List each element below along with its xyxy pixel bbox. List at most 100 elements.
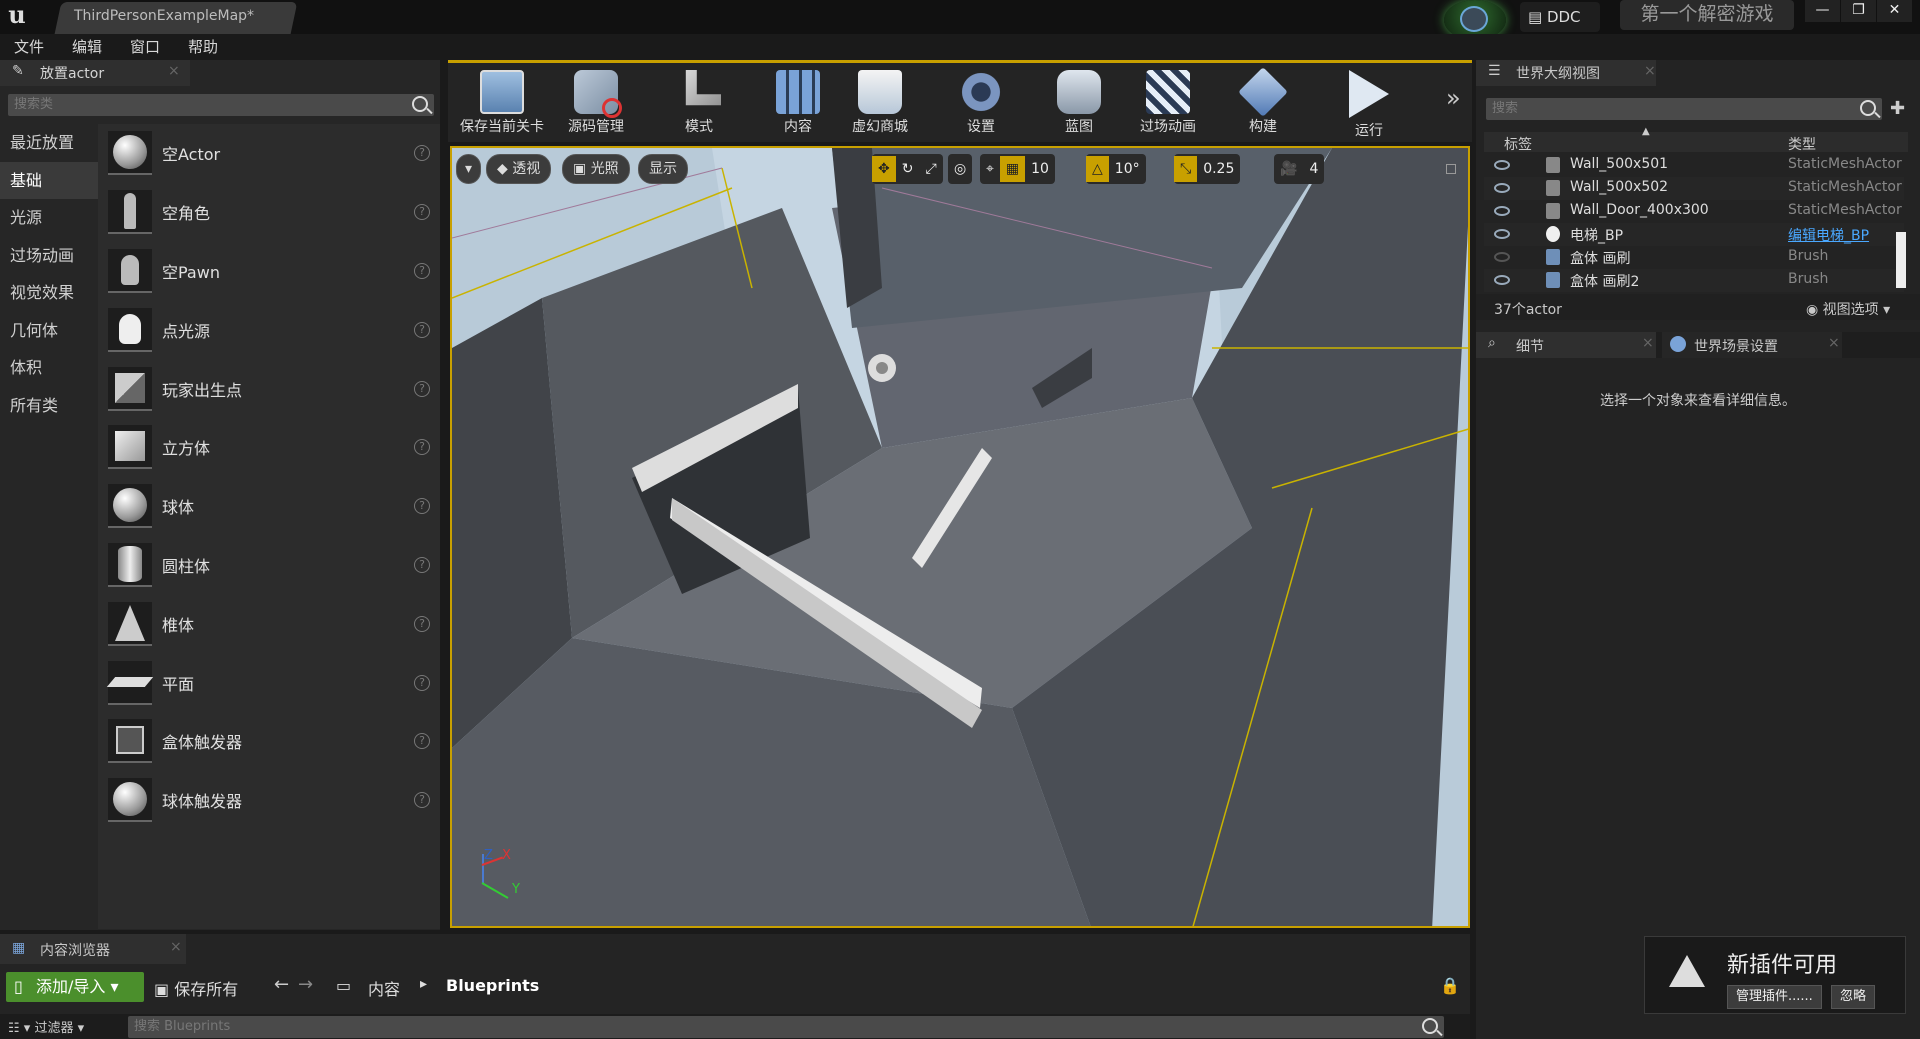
rotation-snap-value[interactable]: 10° — [1109, 156, 1146, 182]
source-control-button[interactable]: 源码管理 — [556, 66, 636, 144]
menu-help[interactable]: 帮助 — [174, 34, 232, 60]
rotate-icon[interactable]: ↻ — [896, 156, 920, 182]
add-actor-icon[interactable]: ✚ — [1890, 98, 1905, 119]
tab-close-icon[interactable]: × — [168, 63, 180, 79]
help-icon[interactable]: ? — [414, 439, 430, 456]
list-item-box-trigger[interactable]: 盒体触发器 ? — [98, 712, 440, 771]
visibility-eye-icon[interactable] — [1494, 206, 1510, 216]
outliner-row[interactable]: 盒体 画刷 Brush — [1484, 246, 1904, 269]
help-icon[interactable]: ? — [414, 556, 430, 573]
category-geometry[interactable]: 几何体 — [0, 312, 98, 350]
help-icon[interactable]: ? — [414, 615, 430, 632]
col-type-header[interactable]: 类型 — [1788, 134, 1816, 154]
ddc-button[interactable]: ▤ DDC — [1520, 2, 1600, 32]
list-item-player-start[interactable]: 玩家出生点 ? — [98, 359, 440, 418]
grid-snap-icon[interactable]: ▦ — [999, 156, 1026, 182]
breadcrumb-root[interactable]: 内容 — [368, 976, 400, 1000]
tab-close-icon[interactable]: × — [1644, 63, 1656, 79]
menu-edit[interactable]: 编辑 — [58, 34, 116, 60]
category-lights[interactable]: 光源 — [0, 199, 98, 237]
col-label-header[interactable]: 标签 — [1504, 134, 1532, 154]
rotation-snap-icon[interactable]: △ — [1086, 156, 1109, 182]
tab-close-icon[interactable]: × — [170, 939, 182, 955]
content-search-input[interactable]: 搜索 Blueprints — [128, 1016, 1444, 1038]
edit-blueprint-link[interactable]: 编辑电梯_BP — [1788, 225, 1904, 245]
level-viewport[interactable]: ▾ ◆ 透视 ▣ 光照 显示 ✥ ↻ ⤢ ◎ ⌖ ▦ 10 △ 10° ⤡ 0.… — [450, 146, 1470, 928]
scale-snap-value[interactable]: 0.25 — [1197, 156, 1240, 182]
camera-speed-value[interactable]: 4 — [1303, 156, 1324, 182]
outliner-search-input[interactable]: 搜索 — [1486, 98, 1882, 120]
tab-close-icon[interactable]: × — [1828, 335, 1840, 351]
help-icon[interactable]: ? — [414, 674, 430, 691]
help-icon[interactable]: ? — [414, 145, 430, 162]
cinematics-button[interactable]: 过场动画 — [1126, 66, 1210, 144]
visibility-eye-icon[interactable] — [1494, 160, 1510, 170]
close-button[interactable]: ✕ — [1876, 0, 1912, 22]
scale-icon[interactable]: ⤢ — [919, 156, 942, 182]
modes-button[interactable]: 模式 — [664, 66, 734, 144]
toolbar-overflow-icon[interactable]: » — [1446, 84, 1461, 112]
category-cinematic[interactable]: 过场动画 — [0, 237, 98, 275]
lock-icon[interactable]: 🔒 — [1440, 976, 1460, 995]
class-search-input[interactable]: 搜索类 — [8, 94, 434, 116]
outliner-row[interactable]: Wall_Door_400x300 StaticMeshActor — [1484, 200, 1904, 223]
category-volumes[interactable]: 体积 — [0, 349, 98, 387]
category-all-classes[interactable]: 所有类 — [0, 387, 98, 425]
world-local-toggle[interactable]: ◎ — [948, 154, 973, 184]
translate-icon[interactable]: ✥ — [872, 156, 896, 182]
list-item-sphere-trigger[interactable]: 球体触发器 ? — [98, 771, 440, 830]
list-item-cylinder[interactable]: 圆柱体 ? — [98, 536, 440, 595]
help-icon[interactable]: ? — [414, 321, 430, 338]
list-item-sphere[interactable]: 球体 ? — [98, 477, 440, 536]
minimize-button[interactable]: — — [1804, 0, 1840, 22]
add-import-button[interactable]: ▯ 添加/导入 ▾ — [6, 972, 144, 1002]
list-item-cone[interactable]: 椎体 ? — [98, 594, 440, 653]
visibility-eye-icon[interactable] — [1494, 229, 1510, 239]
place-actors-tab[interactable]: ✎ 放置actor × — [0, 60, 190, 86]
settings-button[interactable]: 设置 — [946, 66, 1016, 144]
list-item-pawn[interactable]: 空Pawn ? — [98, 242, 440, 301]
save-all-button[interactable]: ▣ 保存所有 — [154, 976, 238, 1000]
list-item-character[interactable]: 空角色 ? — [98, 183, 440, 242]
outliner-row[interactable]: Wall_500x502 StaticMeshActor — [1484, 177, 1904, 200]
help-icon[interactable]: ? — [414, 733, 430, 750]
viewport-options-button[interactable]: ▾ — [456, 154, 482, 184]
visibility-eye-icon[interactable] — [1494, 183, 1510, 193]
list-item-plane[interactable]: 平面 ? — [98, 653, 440, 712]
menu-file[interactable]: 文件 — [0, 34, 58, 60]
scale-snap-icon[interactable]: ⤡ — [1174, 156, 1198, 182]
content-button[interactable]: 内容 — [766, 66, 830, 144]
restore-button[interactable]: ❐ — [1840, 0, 1876, 22]
outliner-scrollbar[interactable] — [1896, 232, 1906, 288]
dismiss-button[interactable]: 忽略 — [1831, 985, 1876, 1009]
outliner-row[interactable]: 电梯_BP 编辑电梯_BP — [1484, 223, 1904, 246]
grid-snap-value[interactable]: 10 — [1025, 156, 1055, 182]
outliner-row[interactable]: 盒体 画刷2 Brush — [1484, 269, 1904, 292]
forward-arrow-icon[interactable]: → — [298, 974, 313, 995]
visibility-eye-icon[interactable] — [1494, 252, 1510, 262]
save-current-level-button[interactable]: 保存当前关卡 — [456, 66, 548, 144]
marketplace-button[interactable]: 虚幻商城 — [840, 66, 920, 144]
breadcrumb-current[interactable]: Blueprints — [446, 976, 539, 995]
manage-plugins-button[interactable]: 管理插件...... — [1727, 985, 1822, 1009]
back-arrow-icon[interactable]: ← — [274, 974, 289, 995]
view-options-button[interactable]: ◉ 视图选项 ▾ — [1806, 299, 1890, 319]
help-icon[interactable]: ? — [414, 792, 430, 809]
list-item-point-light[interactable]: 点光源 ? — [98, 300, 440, 359]
content-browser-tab[interactable]: ▦ 内容浏览器 × — [0, 934, 186, 964]
blueprints-button[interactable]: 蓝图 — [1044, 66, 1114, 144]
list-item-empty-actor[interactable]: 空Actor ? — [98, 124, 440, 183]
build-button[interactable]: 构建 — [1230, 66, 1296, 144]
world-outliner-tab[interactable]: ☰ 世界大纲视图 × — [1476, 60, 1656, 86]
help-icon[interactable]: ? — [414, 380, 430, 397]
list-item-cube[interactable]: 立方体 ? — [98, 418, 440, 477]
show-button[interactable]: 显示 — [638, 154, 688, 184]
help-icon[interactable]: ? — [414, 262, 430, 279]
tab-close-icon[interactable]: × — [1642, 335, 1654, 351]
perspective-button[interactable]: ◆ 透视 — [486, 154, 552, 184]
filters-button[interactable]: ☷ ▾ 过滤器 ▾ — [8, 1017, 84, 1036]
visibility-eye-icon[interactable] — [1494, 275, 1510, 285]
world-settings-tab[interactable]: 世界场景设置 × — [1662, 332, 1842, 358]
category-basic[interactable]: 基础 — [0, 161, 98, 199]
help-icon[interactable]: ? — [414, 498, 430, 515]
